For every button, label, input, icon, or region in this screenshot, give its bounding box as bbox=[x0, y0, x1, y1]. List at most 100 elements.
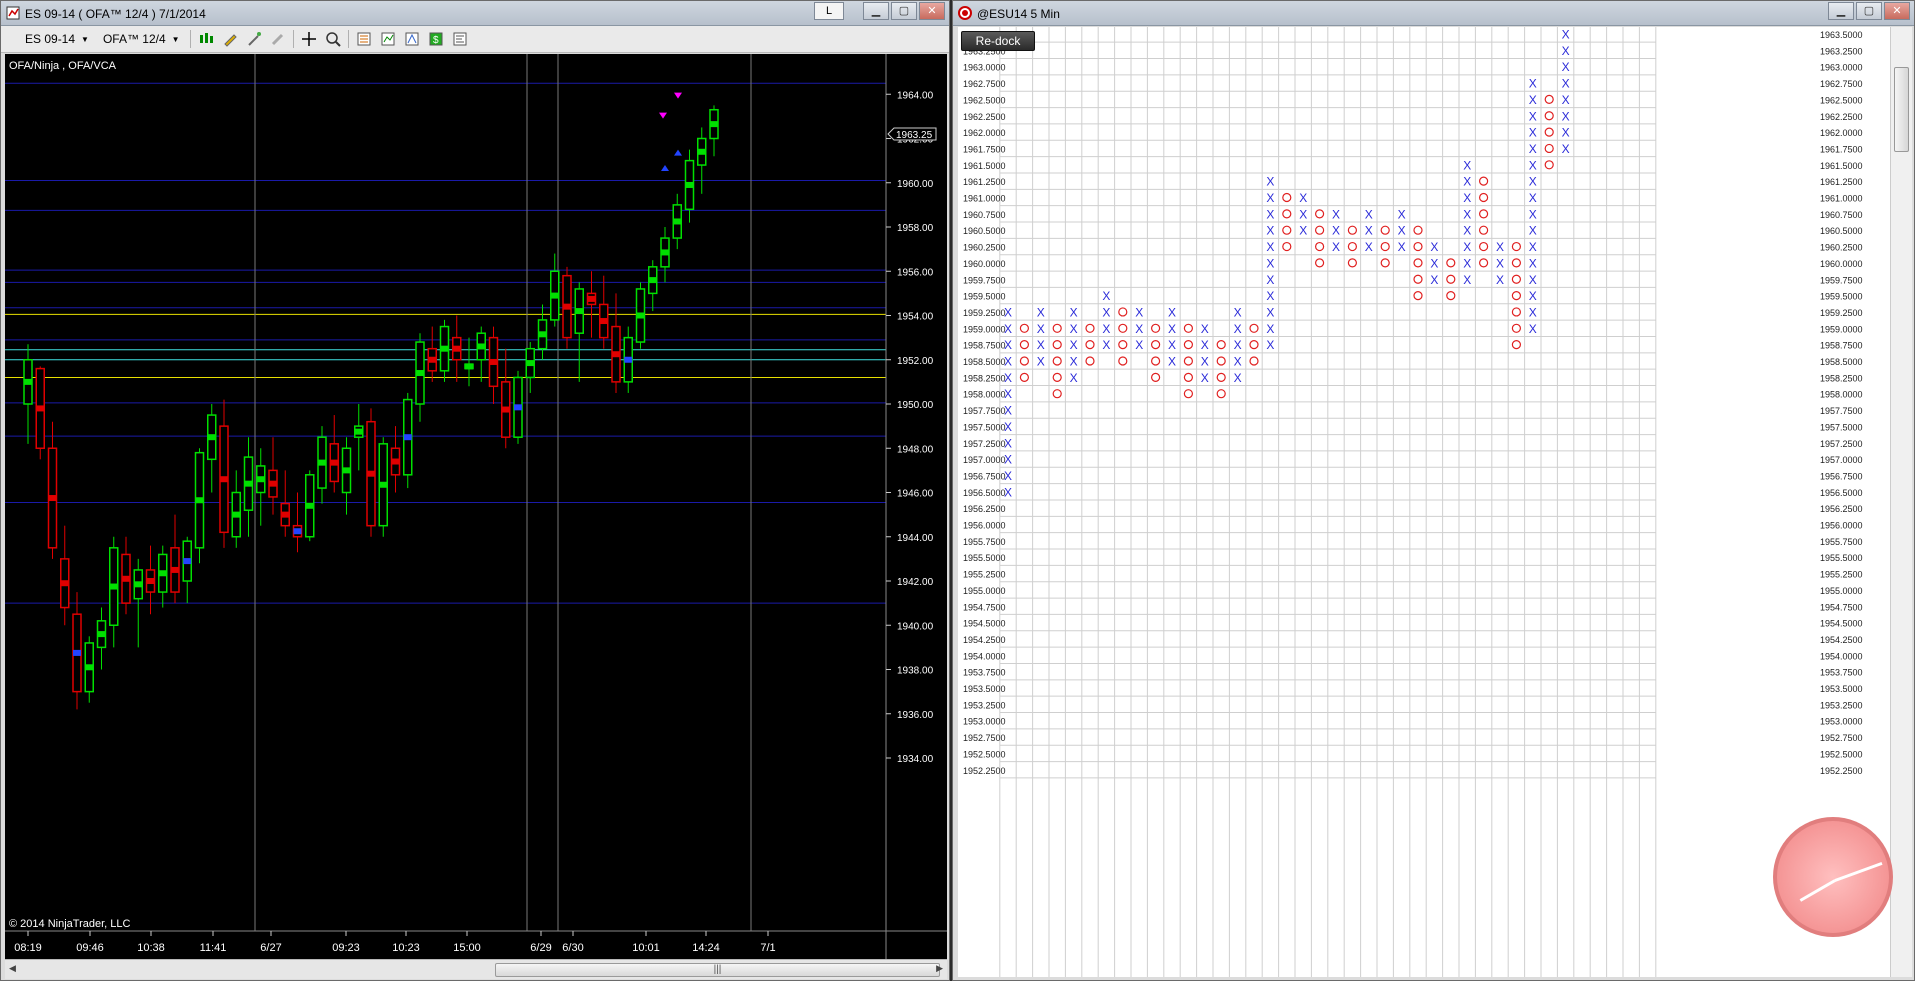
pf-x-mark: X bbox=[1234, 355, 1242, 369]
scroll-thumb[interactable] bbox=[1894, 67, 1909, 152]
time-axis: 08:19 09:46 10:38 11:41 6/27 09:23 10:23 15:00 6… bbox=[14, 931, 776, 954]
eraser-icon[interactable] bbox=[269, 30, 287, 48]
instrument-selector[interactable]: ES 09-14 ▼ bbox=[21, 30, 93, 48]
close-button[interactable]: ✕ bbox=[919, 2, 945, 20]
pf-o-mark bbox=[1151, 372, 1161, 382]
pf-price-label: 1957.5000 bbox=[1820, 422, 1863, 432]
title-bar[interactable]: @ESU14 5 Min ▁ ▢ ✕ bbox=[953, 1, 1914, 26]
poc-marker bbox=[367, 470, 375, 477]
strategies-icon[interactable] bbox=[403, 30, 421, 48]
scroll-left-icon[interactable]: ◀ bbox=[9, 963, 16, 974]
pf-o-mark bbox=[1511, 258, 1522, 268]
minimize-button[interactable]: ▁ bbox=[863, 2, 889, 20]
minimize-button[interactable]: ▁ bbox=[1828, 2, 1854, 20]
pf-o-mark bbox=[1413, 241, 1423, 252]
scroll-thumb[interactable]: ||| bbox=[495, 963, 940, 977]
pf-o-mark bbox=[1478, 225, 1489, 235]
pf-o-mark bbox=[1544, 127, 1554, 137]
close-button[interactable]: ✕ bbox=[1884, 2, 1910, 20]
pf-price-label: 1958.5000 bbox=[1820, 357, 1863, 367]
pf-price-label: 1954.5000 bbox=[1820, 619, 1863, 629]
pf-o-mark bbox=[1216, 372, 1226, 382]
pf-o-mark bbox=[1052, 356, 1062, 366]
pf-x-mark: X bbox=[1037, 355, 1045, 369]
poc-marker bbox=[489, 358, 498, 365]
pf-right-price-axis: 1963.5000 1963.2500 1963.0000 1962.7500 1962… bbox=[1820, 30, 1863, 776]
pf-price-label: 1956.0000 bbox=[963, 521, 1006, 531]
point-figure-chart[interactable]: 1963.5000 1963.2500 1963.0000 1962.7500 1962… bbox=[958, 27, 1900, 977]
pf-o-mark bbox=[1249, 323, 1259, 333]
pf-price-label: 1959.0000 bbox=[963, 324, 1006, 334]
scroll-right-icon[interactable]: ▶ bbox=[936, 963, 943, 974]
pf-o-mark bbox=[1183, 356, 1193, 366]
period-selector[interactable]: OFA™ 12/4 ▼ bbox=[99, 30, 184, 48]
pf-price-label: 1953.5000 bbox=[963, 684, 1006, 694]
pf-price-label: 1960.5000 bbox=[1820, 226, 1863, 236]
poc-marker bbox=[624, 356, 633, 363]
pf-x-mark: X bbox=[1168, 322, 1176, 336]
magic-wand-icon[interactable] bbox=[245, 30, 263, 48]
bar-type-icon[interactable] bbox=[197, 30, 215, 48]
pf-x-mark: X bbox=[1299, 191, 1307, 205]
x-tick-label: 10:23 bbox=[392, 942, 420, 954]
maximize-button[interactable]: ▢ bbox=[891, 2, 917, 20]
pf-o-mark bbox=[1216, 389, 1226, 399]
pf-price-label: 1962.7500 bbox=[963, 79, 1006, 89]
pf-o-mark bbox=[1413, 291, 1423, 301]
data-box-icon[interactable] bbox=[355, 30, 373, 48]
poc-marker bbox=[612, 351, 620, 358]
redock-button[interactable]: Re-dock bbox=[961, 31, 1035, 51]
pf-price-label: 1954.0000 bbox=[1820, 651, 1863, 661]
poc-marker bbox=[207, 434, 216, 441]
poc-marker bbox=[293, 528, 302, 535]
toolbar-divider bbox=[347, 30, 349, 48]
pf-x-mark: X bbox=[1135, 322, 1143, 336]
title-bar[interactable]: ES 09-14 ( OFA™ 12/4 ) 7/1/2014 L ▁ ▢ ✕ bbox=[1, 1, 949, 26]
poc-marker bbox=[452, 345, 461, 352]
pf-x-mark: X bbox=[1266, 207, 1274, 221]
pf-price-label: 1957.7500 bbox=[963, 406, 1006, 416]
pf-x-mark: X bbox=[1004, 453, 1012, 467]
poc-marker bbox=[244, 480, 253, 487]
pf-price-label: 1957.0000 bbox=[963, 455, 1006, 465]
zoom-icon[interactable] bbox=[324, 30, 342, 48]
vertical-scrollbar[interactable] bbox=[1890, 27, 1912, 977]
maximize-button[interactable]: ▢ bbox=[1856, 2, 1882, 20]
properties-icon[interactable] bbox=[451, 30, 469, 48]
svg-text:$: $ bbox=[433, 35, 439, 46]
pf-x-mark: X bbox=[1004, 436, 1012, 450]
indicators-icon[interactable] bbox=[379, 30, 397, 48]
pf-o-mark bbox=[1446, 291, 1456, 301]
pf-price-label: 1955.2500 bbox=[1820, 570, 1863, 580]
poc-marker bbox=[661, 249, 669, 256]
link-button[interactable]: L bbox=[814, 2, 844, 20]
pf-x-mark: X bbox=[1398, 240, 1406, 254]
pf-x-mark: X bbox=[1168, 305, 1176, 319]
pf-x-mark: X bbox=[1299, 207, 1307, 221]
pf-o-mark bbox=[1249, 340, 1259, 350]
horizontal-scrollbar[interactable]: ◀ ||| ▶ bbox=[5, 959, 947, 979]
poc-marker bbox=[60, 580, 69, 587]
pf-x-mark: X bbox=[1562, 142, 1570, 156]
pf-x-mark: X bbox=[1430, 256, 1438, 270]
poc-marker bbox=[685, 181, 694, 188]
dollar-icon[interactable]: $ bbox=[427, 30, 445, 48]
pf-price-label: 1955.0000 bbox=[963, 586, 1006, 596]
y-tick-label: 1950.00 bbox=[897, 400, 934, 411]
pf-x-mark: X bbox=[1266, 240, 1274, 254]
pf-price-label: 1958.0000 bbox=[963, 390, 1006, 400]
session-separators bbox=[254, 54, 752, 931]
pf-x-mark: X bbox=[1332, 207, 1340, 221]
pf-o-mark bbox=[1347, 241, 1357, 252]
candlestick-chart[interactable]: 1966.001964.001962.001960.001958.001956.… bbox=[5, 54, 947, 959]
crosshair-icon[interactable] bbox=[300, 30, 318, 48]
price-axis: 1966.001964.001962.001960.001958.001956.… bbox=[886, 54, 934, 765]
pf-price-label: 1960.0000 bbox=[1820, 259, 1863, 269]
pf-x-mark: X bbox=[1332, 240, 1340, 254]
pf-o-mark bbox=[1478, 241, 1489, 252]
pf-x-mark: X bbox=[1102, 322, 1110, 336]
pf-x-mark: X bbox=[1529, 256, 1537, 270]
x-tick-label: 11:41 bbox=[200, 942, 227, 954]
pencil-icon[interactable] bbox=[221, 30, 239, 48]
pf-price-label: 1958.2500 bbox=[1820, 373, 1863, 383]
